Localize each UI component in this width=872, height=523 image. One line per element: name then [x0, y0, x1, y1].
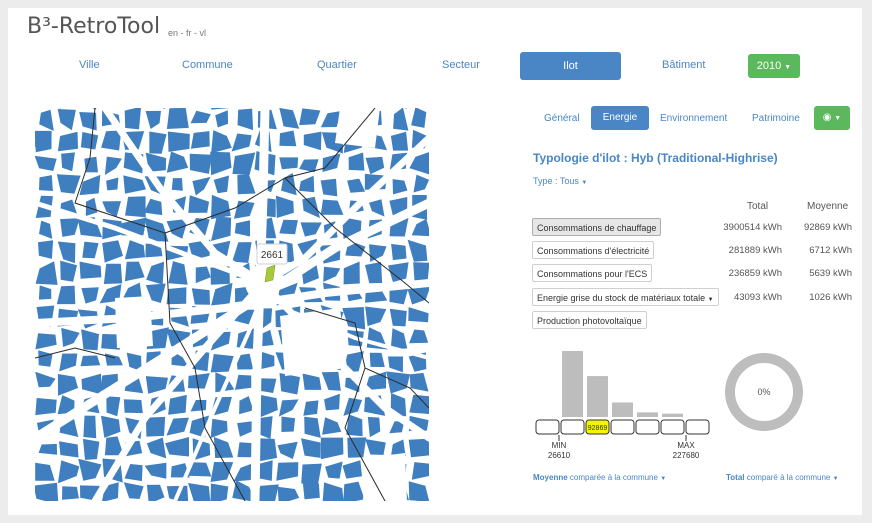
total-energie-grise: 43093 kWh [733, 292, 782, 303]
metric-chauffage-button[interactable]: Consommations de chauffage [532, 218, 662, 236]
legend-average-compare[interactable]: Moyenne comparée à la commune ▼ [533, 473, 666, 482]
hist-max-value: 227680 [673, 451, 700, 460]
legend-average-bold: Moyenne [533, 473, 568, 482]
city-block[interactable] [125, 196, 146, 218]
hist-min-value: 26610 [548, 451, 571, 460]
hist-bin[interactable] [610, 419, 635, 435]
metric-electricite-button[interactable]: Consommations d'électricité [532, 241, 655, 259]
nav-batiment[interactable]: Bâtiment [662, 59, 705, 71]
city-block[interactable] [38, 240, 54, 259]
hist-highlight-value: 92869 [588, 425, 608, 432]
city-block[interactable] [35, 398, 57, 416]
hist-bar [662, 413, 683, 417]
city-block[interactable] [257, 484, 279, 501]
view-options-button[interactable]: ◉ ▼ [814, 106, 850, 130]
city-block[interactable] [83, 415, 97, 439]
hist-bin[interactable] [685, 419, 710, 435]
city-block[interactable] [191, 288, 210, 305]
hist-bin[interactable] [660, 419, 685, 435]
city-block[interactable] [281, 416, 296, 433]
tab-environnement[interactable]: Environnement [660, 113, 727, 124]
donut-chart: 0% [725, 353, 803, 431]
total-electricite: 281889 kWh [728, 245, 782, 256]
eye-icon: ◉ [822, 112, 832, 123]
hist-min-label: MIN [552, 441, 567, 450]
metric-photovoltaique-button[interactable]: Production photovoltaïque [532, 311, 647, 329]
hist-max-label: MAX [677, 441, 695, 450]
caret-down-icon: ▼ [660, 476, 667, 482]
legend-average-text: comparée à la commune [569, 473, 658, 482]
map-tooltip: 2661 [256, 243, 288, 265]
city-block[interactable] [166, 108, 189, 129]
city-block[interactable] [210, 483, 229, 502]
city-block[interactable] [38, 443, 58, 455]
city-block[interactable] [347, 437, 367, 458]
hist-bin[interactable] [560, 419, 585, 435]
caret-down-icon: ▼ [581, 180, 588, 186]
hist-bin[interactable] [535, 419, 560, 435]
metric-ecs-button[interactable]: Consommations pour l'ECS [532, 264, 653, 282]
city-block[interactable] [391, 243, 407, 261]
hist-bar [612, 402, 633, 417]
metric-energie-grise-label: Energie grise du stock de matériaux tota… [537, 293, 706, 303]
hist-bin[interactable] [635, 419, 660, 435]
city-block[interactable] [62, 486, 79, 500]
avg-energie-grise: 1026 kWh [809, 292, 852, 303]
city-block[interactable] [171, 178, 183, 191]
city-block[interactable] [123, 399, 143, 414]
tab-general[interactable]: Général [544, 113, 580, 124]
hist-bar [562, 351, 583, 417]
metric-energie-grise-dropdown[interactable]: Energie grise du stock de matériaux tota… [532, 288, 719, 306]
ilot-typology: Typologie d'ilot : Hyb (Traditional-High… [533, 151, 778, 165]
col-total-header: Total [747, 201, 769, 212]
nav-ville[interactable]: Ville [79, 59, 100, 71]
city-block[interactable] [302, 481, 320, 500]
type-filter[interactable]: Type : Tous ▼ [533, 176, 587, 186]
tab-energie[interactable]: Energie [591, 106, 649, 130]
nav-quartier[interactable]: Quartier [317, 59, 357, 71]
city-block[interactable] [166, 287, 187, 305]
city-block[interactable] [167, 131, 190, 152]
map-canvas[interactable]: 2661 [35, 108, 429, 501]
city-block[interactable] [279, 157, 299, 170]
year-dropdown[interactable]: 2010 ▼ [748, 54, 800, 78]
nav-ilot[interactable]: Ilot [520, 52, 621, 80]
city-block[interactable] [35, 482, 59, 501]
map[interactable]: 2661 [35, 108, 429, 501]
app-title: B³-RetroTool [27, 14, 161, 39]
year-label: 2010 [756, 60, 782, 72]
legend-total-bold: Total [726, 473, 745, 482]
total-chauffage: 3900514 kWh [723, 222, 782, 233]
tooltip-text: 2661 [261, 250, 284, 261]
city-block[interactable] [124, 108, 141, 130]
caret-down-icon: ▼ [832, 476, 839, 482]
type-label: Type : [533, 176, 558, 186]
distribution-histogram: 92869 MIN 26610 MAX 227680 [535, 351, 710, 460]
avg-chauffage: 92869 kWh [803, 222, 852, 233]
city-block[interactable] [35, 130, 52, 153]
nav-secteur[interactable]: Secteur [442, 59, 480, 71]
city-block[interactable] [39, 175, 53, 191]
hist-bar [637, 412, 658, 417]
legend-total-text: comparé à la commune [746, 473, 831, 482]
city-block[interactable] [83, 438, 100, 460]
caret-down-icon: ▼ [784, 64, 792, 71]
language-switcher[interactable]: en - fr - vl [168, 28, 206, 38]
tab-patrimoine[interactable]: Patrimoine [752, 113, 800, 124]
city-block[interactable] [103, 263, 123, 284]
city-block[interactable] [408, 438, 429, 458]
donut-percent: 0% [757, 387, 770, 397]
col-avg-header: Moyenne [807, 201, 849, 212]
city-block[interactable] [145, 416, 166, 437]
city-block[interactable] [80, 355, 101, 367]
total-ecs: 236859 kWh [728, 268, 782, 279]
avg-ecs: 5639 kWh [809, 268, 852, 279]
city-block[interactable] [190, 131, 210, 149]
avg-electricite: 6712 kWh [809, 245, 852, 256]
legend-total-compare[interactable]: Total comparé à la commune ▼ [726, 473, 839, 482]
hist-bar [587, 376, 608, 417]
nav-commune[interactable]: Commune [182, 59, 233, 71]
caret-down-icon: ▼ [834, 115, 842, 122]
type-value: Tous [559, 176, 579, 186]
